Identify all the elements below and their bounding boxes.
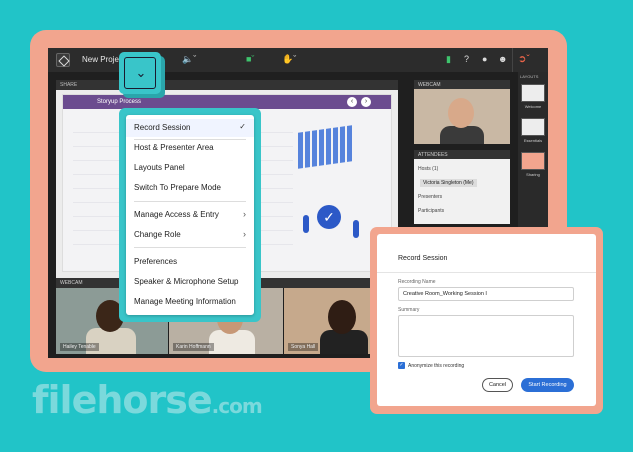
webcam-name: Hailey Tenable: [60, 343, 99, 351]
chevron-down-icon: ⌄: [135, 65, 147, 80]
record-dialog-frame: Record Session Recording Name Creative R…: [370, 227, 603, 414]
recording-name-label: Recording Name: [398, 279, 436, 285]
layout-label: Welcome: [524, 104, 542, 109]
webcam-pod-host[interactable]: WEBCAM: [414, 80, 510, 144]
video-camera-icon[interactable]: ■ˇ: [246, 54, 254, 64]
people-icon[interactable]: ☻: [498, 54, 507, 64]
menu-item-manage-meeting-info[interactable]: Manage Meeting Information: [126, 293, 254, 311]
menu-item-label: Layouts Panel: [134, 163, 185, 172]
attendees-pod: ATTENDEES Hosts (1) Victoria Singleton (…: [414, 150, 510, 224]
menu-item-label: Speaker & Microphone Setup: [134, 277, 239, 286]
person-illustration: [353, 220, 359, 238]
menu-item-label: Preferences: [134, 257, 178, 266]
attendee-group-participants[interactable]: Participants: [418, 208, 444, 214]
menu-item-preferences[interactable]: Preferences: [126, 253, 254, 271]
attendees-header: ATTENDEES: [414, 150, 510, 159]
room-logo-icon[interactable]: [56, 53, 70, 67]
menu-highlight: Record Session ✓ Host & Presenter Area L…: [119, 108, 261, 322]
menu-item-change-role[interactable]: Change Role ›: [126, 226, 254, 244]
menu-item-speaker-mic-setup[interactable]: Speaker & Microphone Setup: [126, 273, 254, 291]
check-illustration-icon: ✓: [317, 205, 341, 229]
recording-name-input[interactable]: Creative Room_Working Session I: [398, 287, 574, 301]
slide-title: Storyup Process: [63, 95, 391, 109]
start-recording-button[interactable]: Start Recording: [521, 378, 574, 392]
anonymize-label: Anonymize this recording: [408, 363, 465, 369]
menu-item-label: Record Session: [134, 123, 191, 132]
summary-textarea[interactable]: [398, 315, 574, 357]
record-session-dialog: Record Session Recording Name Creative R…: [377, 234, 596, 406]
layouts-header: LAYOUTS: [520, 74, 539, 79]
person-illustration: [303, 215, 309, 233]
layout-thumb[interactable]: [521, 84, 545, 102]
chevron-right-icon: ›: [243, 209, 246, 219]
speaker-icon[interactable]: 🔈ˇ: [182, 54, 196, 65]
filehorse-watermark: filehorse.com: [32, 378, 263, 422]
webcam-name: Sonya Hall: [288, 343, 319, 351]
layout-thumb[interactable]: [521, 152, 545, 170]
summary-label: Summary: [398, 307, 420, 313]
menu-divider: [134, 247, 246, 248]
raise-hand-icon[interactable]: ✋ˇ: [282, 54, 296, 65]
topbar-divider: [512, 48, 513, 72]
signal-icon: ▮: [446, 54, 451, 64]
dialog-divider: [377, 272, 596, 273]
help-icon[interactable]: ?: [464, 54, 469, 64]
layout-label: Essentials: [523, 138, 543, 143]
menu-item-label: Change Role: [134, 230, 181, 239]
attendee-group-presenters[interactable]: Presenters: [418, 194, 442, 200]
checkmark-icon: ✓: [239, 122, 246, 131]
attendee-group-hosts[interactable]: Hosts (1): [418, 166, 438, 172]
menu-item-label: Switch To Prepare Mode: [134, 183, 222, 192]
watermark-brand: filehorse: [32, 378, 213, 422]
menu-item-record-session[interactable]: Record Session ✓: [126, 119, 254, 137]
menu-item-host-presenter-area[interactable]: Host & Presenter Area: [126, 139, 254, 157]
cancel-button[interactable]: Cancel: [482, 378, 513, 392]
dialog-title: Record Session: [398, 255, 448, 262]
menu-item-manage-access[interactable]: Manage Access & Entry ›: [126, 206, 254, 224]
watermark-tld: .com: [211, 394, 263, 418]
chevron-right-icon: ›: [243, 229, 246, 239]
webcam-name: Karin Hoffmann: [173, 343, 214, 351]
menu-toggle-button[interactable]: ⌄: [119, 52, 161, 94]
menu-divider: [134, 201, 246, 202]
anonymize-checkbox[interactable]: ✓: [398, 362, 405, 369]
attendee-self[interactable]: Victoria Singleton (Me): [420, 179, 477, 187]
menu-item-label: Manage Access & Entry: [134, 210, 219, 219]
menu-item-label: Manage Meeting Information: [134, 297, 236, 306]
share-pod-header: SHARE: [56, 80, 398, 90]
layout-thumb[interactable]: [521, 118, 545, 136]
webcam-pod-header: WEBCAM: [414, 80, 510, 89]
photo-grid-illustration: [298, 125, 352, 169]
next-slide-icon[interactable]: ›: [361, 97, 371, 107]
menu-item-layouts-panel[interactable]: Layouts Panel: [126, 159, 254, 177]
exit-icon[interactable]: ➲ˇ: [518, 54, 530, 65]
menu-item-switch-prepare-mode[interactable]: Switch To Prepare Mode: [126, 179, 254, 197]
room-menu: Record Session ✓ Host & Presenter Area L…: [126, 115, 254, 315]
bell-icon[interactable]: ●: [482, 54, 487, 64]
prev-slide-icon[interactable]: ‹: [347, 97, 357, 107]
menu-item-label: Host & Presenter Area: [134, 143, 214, 152]
layout-label: Sharing: [526, 172, 540, 177]
